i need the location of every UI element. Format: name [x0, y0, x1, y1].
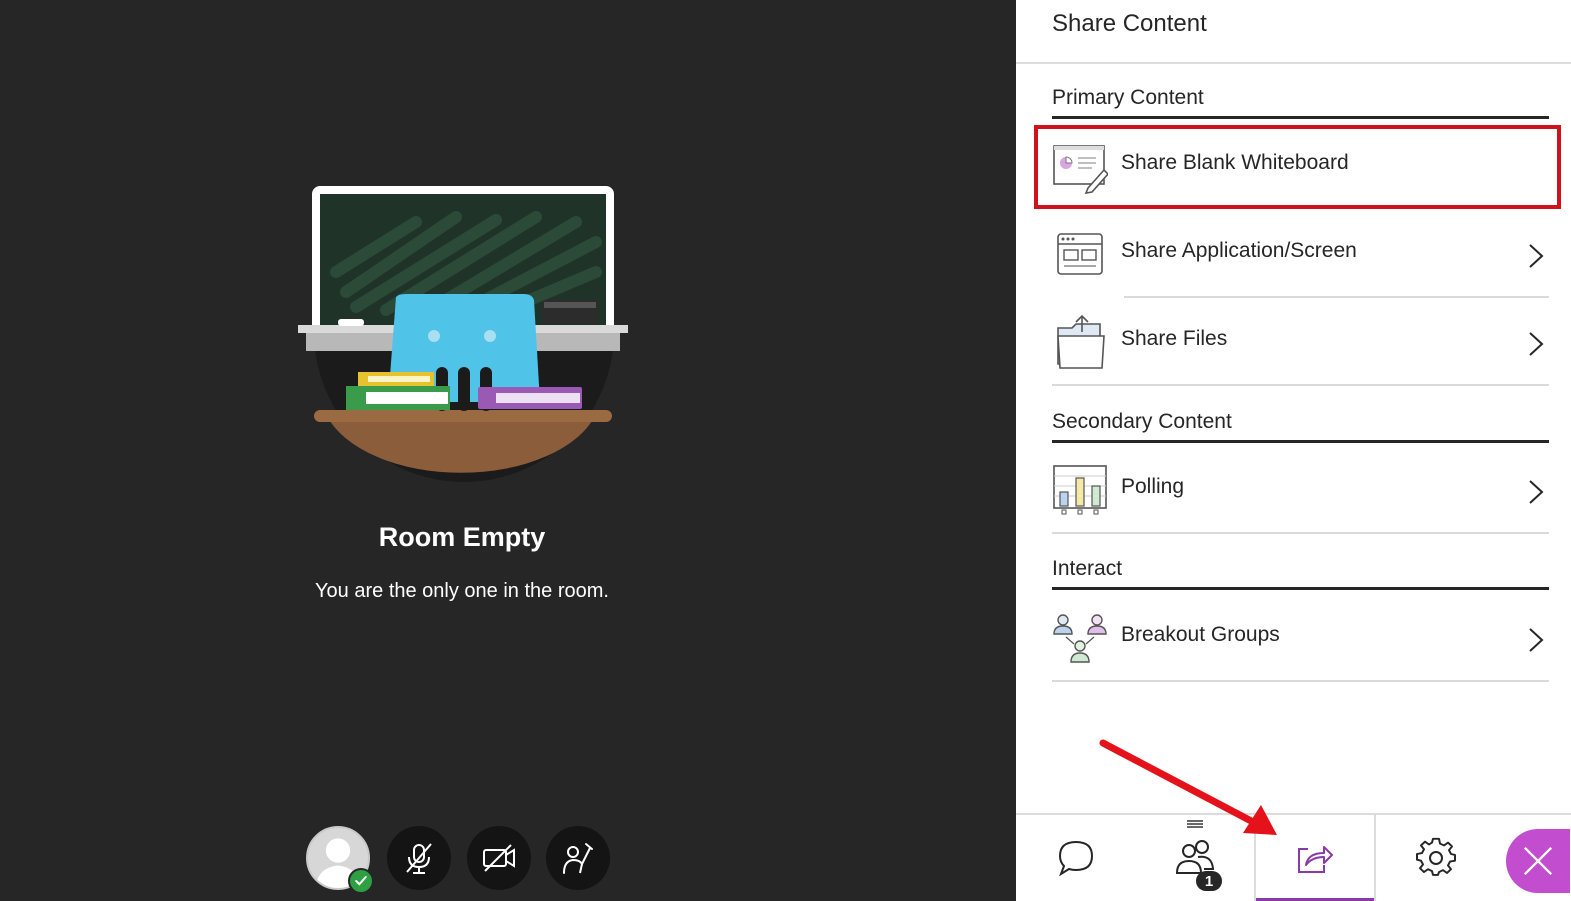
close-panel-button[interactable] [1506, 829, 1570, 893]
attendees-tab[interactable] [1135, 815, 1254, 901]
chevron-right-icon [1529, 332, 1544, 356]
raise-hand-button[interactable] [546, 826, 610, 890]
share-content-panel: Share Content Primary Content Share Blan… [1016, 0, 1571, 901]
application-screen-icon [1057, 233, 1103, 275]
room-status-subtitle: You are the only one in the room. [315, 580, 609, 602]
settings-icon [1415, 837, 1456, 876]
menu-item-label: Share Blank Whiteboard [1121, 151, 1349, 174]
camera-toggle-button[interactable] [467, 826, 531, 890]
menu-item-label: Share Files [1121, 327, 1228, 350]
menu-item-share-files[interactable]: Share Files [1052, 300, 1549, 386]
chevron-right-icon [1529, 628, 1544, 652]
menu-item-label: Share Application/Screen [1121, 239, 1357, 262]
room-status-title: Room Empty [378, 522, 546, 552]
share-content-icon [1298, 846, 1333, 873]
camera-off-icon [483, 844, 515, 872]
empty-room-illustration [298, 186, 628, 482]
close-icon [1523, 846, 1553, 876]
menu-item-breakout-groups[interactable]: Breakout Groups [1052, 596, 1549, 682]
menu-item-label: Breakout Groups [1121, 623, 1280, 646]
polling-icon [1053, 465, 1107, 515]
attendee-count-badge: 1 [1196, 871, 1222, 891]
files-icon [1057, 314, 1105, 369]
section-heading-interact: Interact [1052, 557, 1549, 590]
check-icon [355, 876, 367, 886]
chat-icon [1058, 840, 1093, 877]
chat-tab[interactable] [1016, 815, 1135, 901]
main-stage: Room Empty You are the only one in the r… [0, 0, 1016, 901]
menu-item-share-application-screen[interactable]: Share Application/Screen [1057, 212, 1549, 298]
chevron-right-icon [1529, 244, 1544, 268]
collaborate-panel-nav [1016, 813, 1571, 901]
share-content-tab[interactable] [1254, 815, 1376, 901]
status-check-badge [348, 868, 374, 894]
section-heading-secondary: Secondary Content [1052, 410, 1549, 443]
panel-header: Share Content [1016, 0, 1571, 64]
raise-hand-icon [563, 843, 593, 874]
section-heading-primary: Primary Content [1052, 86, 1549, 119]
menu-lines-icon [1187, 820, 1203, 828]
microphone-toggle-button[interactable] [387, 826, 451, 890]
menu-item-share-blank-whiteboard[interactable]: Share Blank Whiteboard [1052, 124, 1549, 210]
chevron-right-icon [1529, 480, 1544, 504]
settings-tab[interactable] [1376, 815, 1495, 901]
microphone-muted-icon [406, 843, 432, 874]
panel-title: Share Content [1052, 10, 1207, 37]
breakout-groups-icon [1053, 614, 1107, 663]
whiteboard-icon [1053, 145, 1108, 194]
menu-item-label: Polling [1121, 475, 1185, 498]
menu-item-polling[interactable]: Polling [1052, 448, 1549, 534]
